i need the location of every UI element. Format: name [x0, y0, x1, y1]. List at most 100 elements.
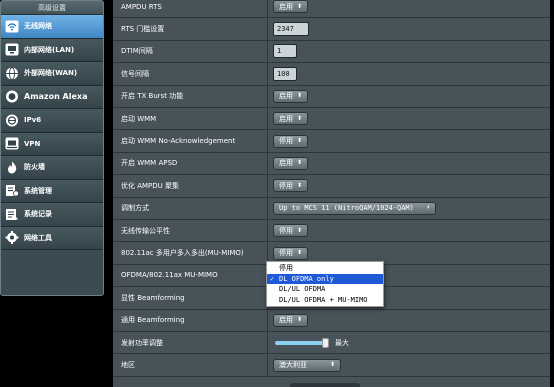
ipv6-icon — [5, 114, 19, 127]
sidebar-item-tools[interactable]: 网络工具 — [1, 226, 103, 250]
setting-label: DTIM间隔 — [121, 47, 153, 56]
tools-icon — [5, 231, 19, 245]
select-arrows-icon: ⬍ — [297, 159, 303, 167]
setting-row-tx-burst: 开启 TX Burst 功能 启用 ⬍ — [113, 85, 550, 108]
tx-burst-select[interactable]: 启用 ⬍ — [273, 89, 309, 103]
dropdown-option[interactable]: DL/UL OFDMA + MU-MIMO — [267, 295, 383, 306]
bottom-apply-bar — [290, 383, 360, 387]
setting-label: 启动 WMM No-Acknowledgement — [121, 137, 236, 146]
alexa-icon — [5, 90, 19, 103]
select-arrows-icon: ⬍ — [426, 204, 430, 212]
ampdu-aggregation-select[interactable]: 停用 ⬍ — [273, 179, 309, 193]
slider-track — [275, 340, 327, 345]
setting-row-wmm-apsd: 开启 WMM APSD 启用 ⬍ — [113, 152, 550, 176]
sidebar-item-admin[interactable]: 系统管理 — [1, 179, 103, 203]
ampdu-rts-select[interactable]: 启用 ⬍ — [273, 0, 309, 14]
setting-row-region: 地区 澳大利亚 ⬍ — [113, 354, 550, 377]
sidebar-item-label: 内部网络(LAN) — [24, 45, 75, 54]
select-arrows-icon: ⬍ — [297, 2, 303, 10]
setting-label: RTS 门槛设置 — [121, 25, 165, 34]
setting-row-ampdu-rts: AMPDU RTS 启用 ⬍ — [113, 0, 550, 19]
setting-row-dtim: DTIM间隔 1 — [113, 40, 550, 64]
wmm-select[interactable]: 启用 ⬍ — [273, 112, 309, 126]
setting-label: 802.11ac 多用户多入多出(MU-MIMO) — [121, 249, 244, 258]
setting-row-rts-threshold: RTS 门槛设置 2347 — [113, 18, 550, 41]
setting-row-universal-beamforming: 通用 Beamforming 启用 ⬍ — [113, 309, 550, 332]
sidebar-item-firewall[interactable]: 防火墙 — [1, 156, 103, 180]
setting-label: 地区 — [121, 361, 135, 370]
select-arrows-icon: ⬍ — [297, 316, 303, 324]
sidebar-item-label: 系统管理 — [24, 186, 52, 195]
wmm-apsd-select[interactable]: 启用 ⬍ — [273, 156, 309, 170]
tx-power-value: 最大 — [335, 338, 349, 347]
sidebar-item-label: 系统记录 — [24, 210, 52, 219]
wifi-icon — [5, 20, 19, 33]
setting-label: 发射功率调整 — [121, 338, 163, 347]
setting-label: 调制方式 — [121, 204, 149, 213]
sidebar-item-label: IPv6 — [24, 116, 42, 125]
setting-label: OFDMA/802.11ax MU-MIMO — [121, 271, 218, 280]
sidebar-item-label: 网络工具 — [24, 233, 52, 242]
sidebar-item-label: 防火墙 — [24, 163, 45, 172]
setting-label: 开启 TX Burst 功能 — [121, 92, 184, 101]
sidebar-item-label: 无线网络 — [24, 22, 52, 31]
setting-label: 通用 Beamforming — [121, 316, 185, 325]
mu-mimo-select[interactable]: 停用 ⬍ — [273, 246, 309, 260]
setting-row-wmm: 启动 WMM 启用 ⬍ — [113, 108, 550, 131]
select-arrows-icon: ⬍ — [297, 92, 303, 100]
vpn-icon — [5, 137, 19, 150]
wmm-noack-select[interactable]: 停用 ⬍ — [273, 134, 309, 148]
setting-row-ampdu-agg: 优化 AMPDU 聚集 停用 ⬍ — [113, 175, 550, 198]
setting-label: 信号间隔 — [121, 69, 149, 78]
setting-label: 优化 AMPDU 聚集 — [121, 181, 180, 190]
sidebar-item-lan[interactable]: 内部网络(LAN) — [1, 38, 103, 62]
sidebar-item-label: Amazon Alexa — [24, 92, 88, 102]
dropdown-option-selected[interactable]: ✓ DL OFDMA only — [267, 273, 383, 284]
universal-beamforming-select[interactable]: 启用 ⬍ — [273, 313, 309, 327]
select-arrows-icon: ⬍ — [297, 226, 303, 234]
sidebar-item-label: VPN — [24, 139, 41, 148]
sidebar-item-alexa[interactable]: Amazon Alexa — [1, 85, 103, 109]
setting-row-airtime-fairness: 无线传输公平性 停用 ⬍ — [113, 220, 550, 243]
sidebar-item-label: 外部网络(WAN) — [24, 69, 78, 78]
setting-label: 无线传输公平性 — [121, 226, 170, 235]
lan-icon — [5, 43, 19, 56]
globe-icon — [5, 66, 19, 80]
setting-row-tx-power: 发射功率调整 最大 — [113, 332, 550, 355]
ofdma-dropdown-menu: 停用 ✓ DL OFDMA only DL/UL OFDMA DL/UL OFD… — [266, 261, 384, 307]
select-arrows-icon: ⬍ — [297, 114, 303, 122]
tx-power-slider[interactable] — [275, 337, 329, 348]
airtime-fairness-select[interactable]: 停用 ⬍ — [273, 224, 309, 238]
log-icon — [5, 208, 19, 221]
dtim-interval-input[interactable]: 1 — [273, 44, 297, 59]
select-arrows-icon: ⬍ — [297, 249, 303, 257]
select-arrows-icon: ⬍ — [297, 137, 303, 145]
firewall-icon — [5, 161, 19, 174]
region-select[interactable]: 澳大利亚 ⬍ — [273, 358, 341, 372]
wireless-professional-settings: AMPDU RTS 启用 ⬍ RTS 门槛设置 2347 DTIM间隔 1 信号间… — [113, 0, 550, 387]
setting-label: 开启 WMM APSD — [121, 159, 178, 168]
setting-label: AMPDU RTS — [121, 2, 162, 11]
setting-row-beacon: 信号间隔 100 — [113, 63, 550, 86]
modulation-select[interactable]: Up to MCS 11 (NitroQAM/1024-QAM) ⬍ — [273, 201, 436, 215]
sidebar-title: 高级设置 — [1, 1, 103, 15]
admin-gear-icon — [5, 184, 19, 197]
select-arrows-icon: ⬍ — [297, 181, 303, 189]
sidebar-item-wireless[interactable]: 无线网络 — [1, 15, 103, 39]
setting-label: 启动 WMM — [121, 114, 157, 123]
setting-row-modulation: 调制方式 Up to MCS 11 (NitroQAM/1024-QAM) ⬍ — [113, 197, 550, 220]
setting-row-wmm-noack: 启动 WMM No-Acknowledgement 停用 ⬍ — [113, 130, 550, 153]
sidebar-item-vpn[interactable]: VPN — [1, 132, 103, 156]
dropdown-option[interactable]: 停用 — [267, 263, 383, 274]
sidebar: 高级设置 无线网络 内部网络(LAN) 外部网络(WAN) Amazon Ale… — [0, 0, 104, 296]
sidebar-item-syslog[interactable]: 系统记录 — [1, 203, 103, 227]
rts-threshold-input[interactable]: 2347 — [273, 22, 309, 37]
sidebar-item-wan[interactable]: 外部网络(WAN) — [1, 62, 103, 86]
slider-thumb[interactable] — [322, 337, 329, 348]
sidebar-item-ipv6[interactable]: IPv6 — [1, 109, 103, 133]
beacon-interval-input[interactable]: 100 — [273, 66, 297, 81]
setting-label: 显性 Beamforming — [121, 293, 185, 302]
select-arrows-icon: ⬍ — [329, 361, 335, 369]
dropdown-option[interactable]: DL/UL OFDMA — [267, 284, 383, 295]
checkmark-icon: ✓ — [270, 274, 275, 283]
